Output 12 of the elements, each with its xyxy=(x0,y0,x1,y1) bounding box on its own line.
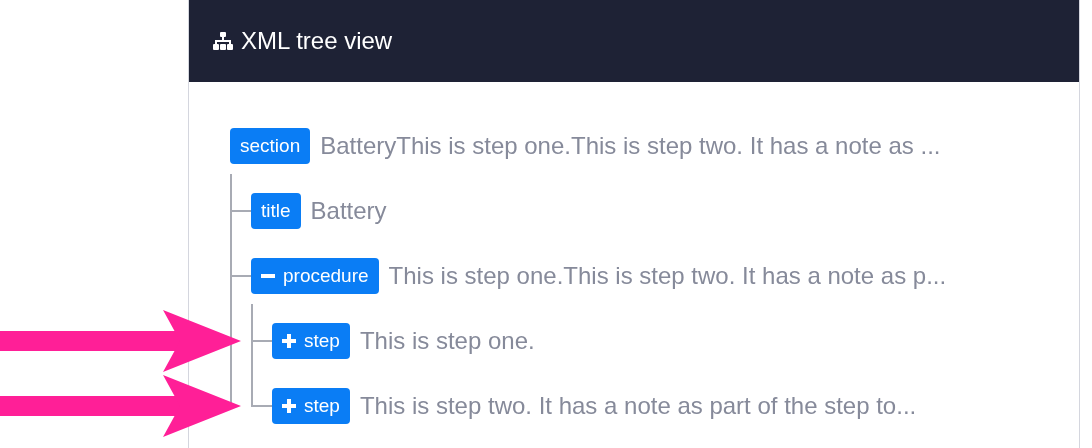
tag-button[interactable]: section xyxy=(230,127,311,164)
sitemap-icon xyxy=(213,32,233,50)
tag-button[interactable]: step xyxy=(272,322,350,359)
node-text: This is step one.This is step two. It has a note as p... xyxy=(388,261,947,290)
tag-button[interactable]: step xyxy=(272,387,350,424)
panel-title: XML tree view xyxy=(241,27,393,55)
tag-button[interactable]: procedure xyxy=(251,257,379,294)
node-text: This is step two. It has a note as part of the step to... xyxy=(359,391,917,420)
node-text: Battery xyxy=(310,196,387,225)
node-text: BatteryThis is step one.This is step two. It has a note as ... xyxy=(320,131,941,160)
node-text: This is step one. xyxy=(359,326,535,355)
tag-button[interactable]: title xyxy=(251,192,301,229)
